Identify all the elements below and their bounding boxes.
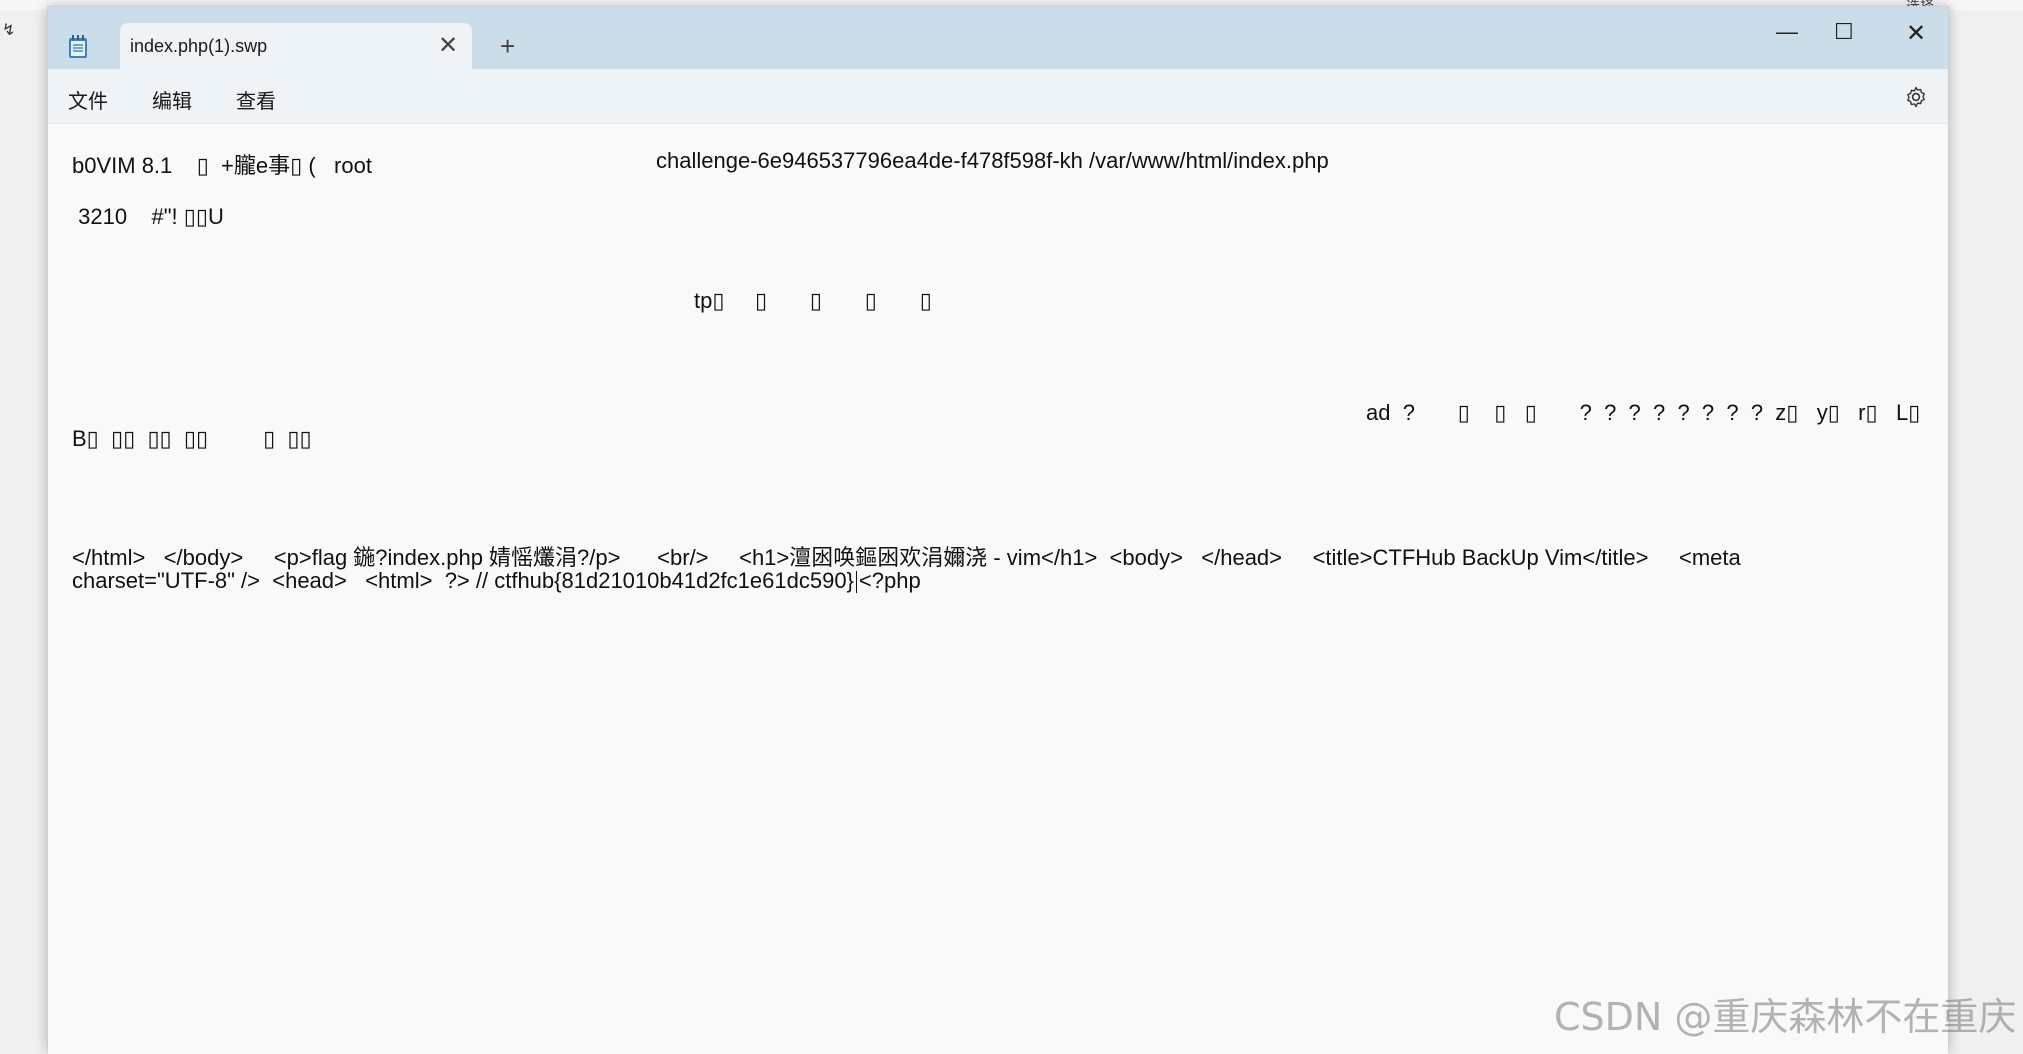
close-button[interactable]: ✕ <box>1906 19 1926 48</box>
watermark: CSDN @重庆森林不在重庆 <box>1554 995 2017 1039</box>
text-line: 3210 #"! ▯▯U <box>72 204 224 229</box>
text-line: challenge-6e946537796ea4de-f478f598f-kh … <box>656 148 1329 173</box>
notepad-window: index.php(1).swp ✕ + — ☐ ✕ 文件 编辑 查看 b0VI… <box>47 6 1949 1054</box>
tab-close-icon[interactable]: ✕ <box>438 31 458 60</box>
background-resize-icon: ↯ <box>2 22 16 39</box>
gear-icon[interactable] <box>1904 85 1928 109</box>
text-editor[interactable]: b0VIM 8.1 ▯ +朧e事▯ ( root challenge-6e946… <box>48 124 1948 1054</box>
text-line: tp▯ ▯ ▯ ▯ ▯ <box>694 288 932 313</box>
tab-index-php-swp[interactable]: index.php(1).swp ✕ <box>69 23 472 71</box>
tab-title: index.php(1).swp <box>130 36 268 56</box>
text-line: ad ? ▯ ▯ ▯ ? ? ? ? ? ? ? ? z▯ y▯ r▯ L▯ <box>1366 400 1921 425</box>
text-line: charset="UTF-8" /> <head> <html> ?> // c… <box>72 568 921 594</box>
text-segment: <?php <box>858 568 921 593</box>
text-line: B▯ ▯▯ ▯▯ ▯▯ ▯ ▯▯ <box>72 426 312 451</box>
maximize-button[interactable]: ☐ <box>1834 19 1854 45</box>
menu-view[interactable]: 查看 <box>236 85 276 114</box>
text-cursor <box>855 571 857 594</box>
notepad-icon <box>69 35 87 58</box>
text-segment: charset="UTF-8" /> <head> <html> ?> // c… <box>72 568 854 593</box>
menu-bar: 文件 编辑 查看 <box>48 69 1948 124</box>
minimize-button[interactable]: — <box>1776 19 1798 45</box>
new-tab-button[interactable]: + <box>500 31 515 62</box>
text-line: b0VIM 8.1 ▯ +朧e事▯ ( root <box>72 153 372 178</box>
menu-file[interactable]: 文件 <box>68 85 108 114</box>
title-bar[interactable]: index.php(1).swp ✕ + — ☐ ✕ <box>48 7 1948 71</box>
menu-edit[interactable]: 编辑 <box>152 85 192 114</box>
